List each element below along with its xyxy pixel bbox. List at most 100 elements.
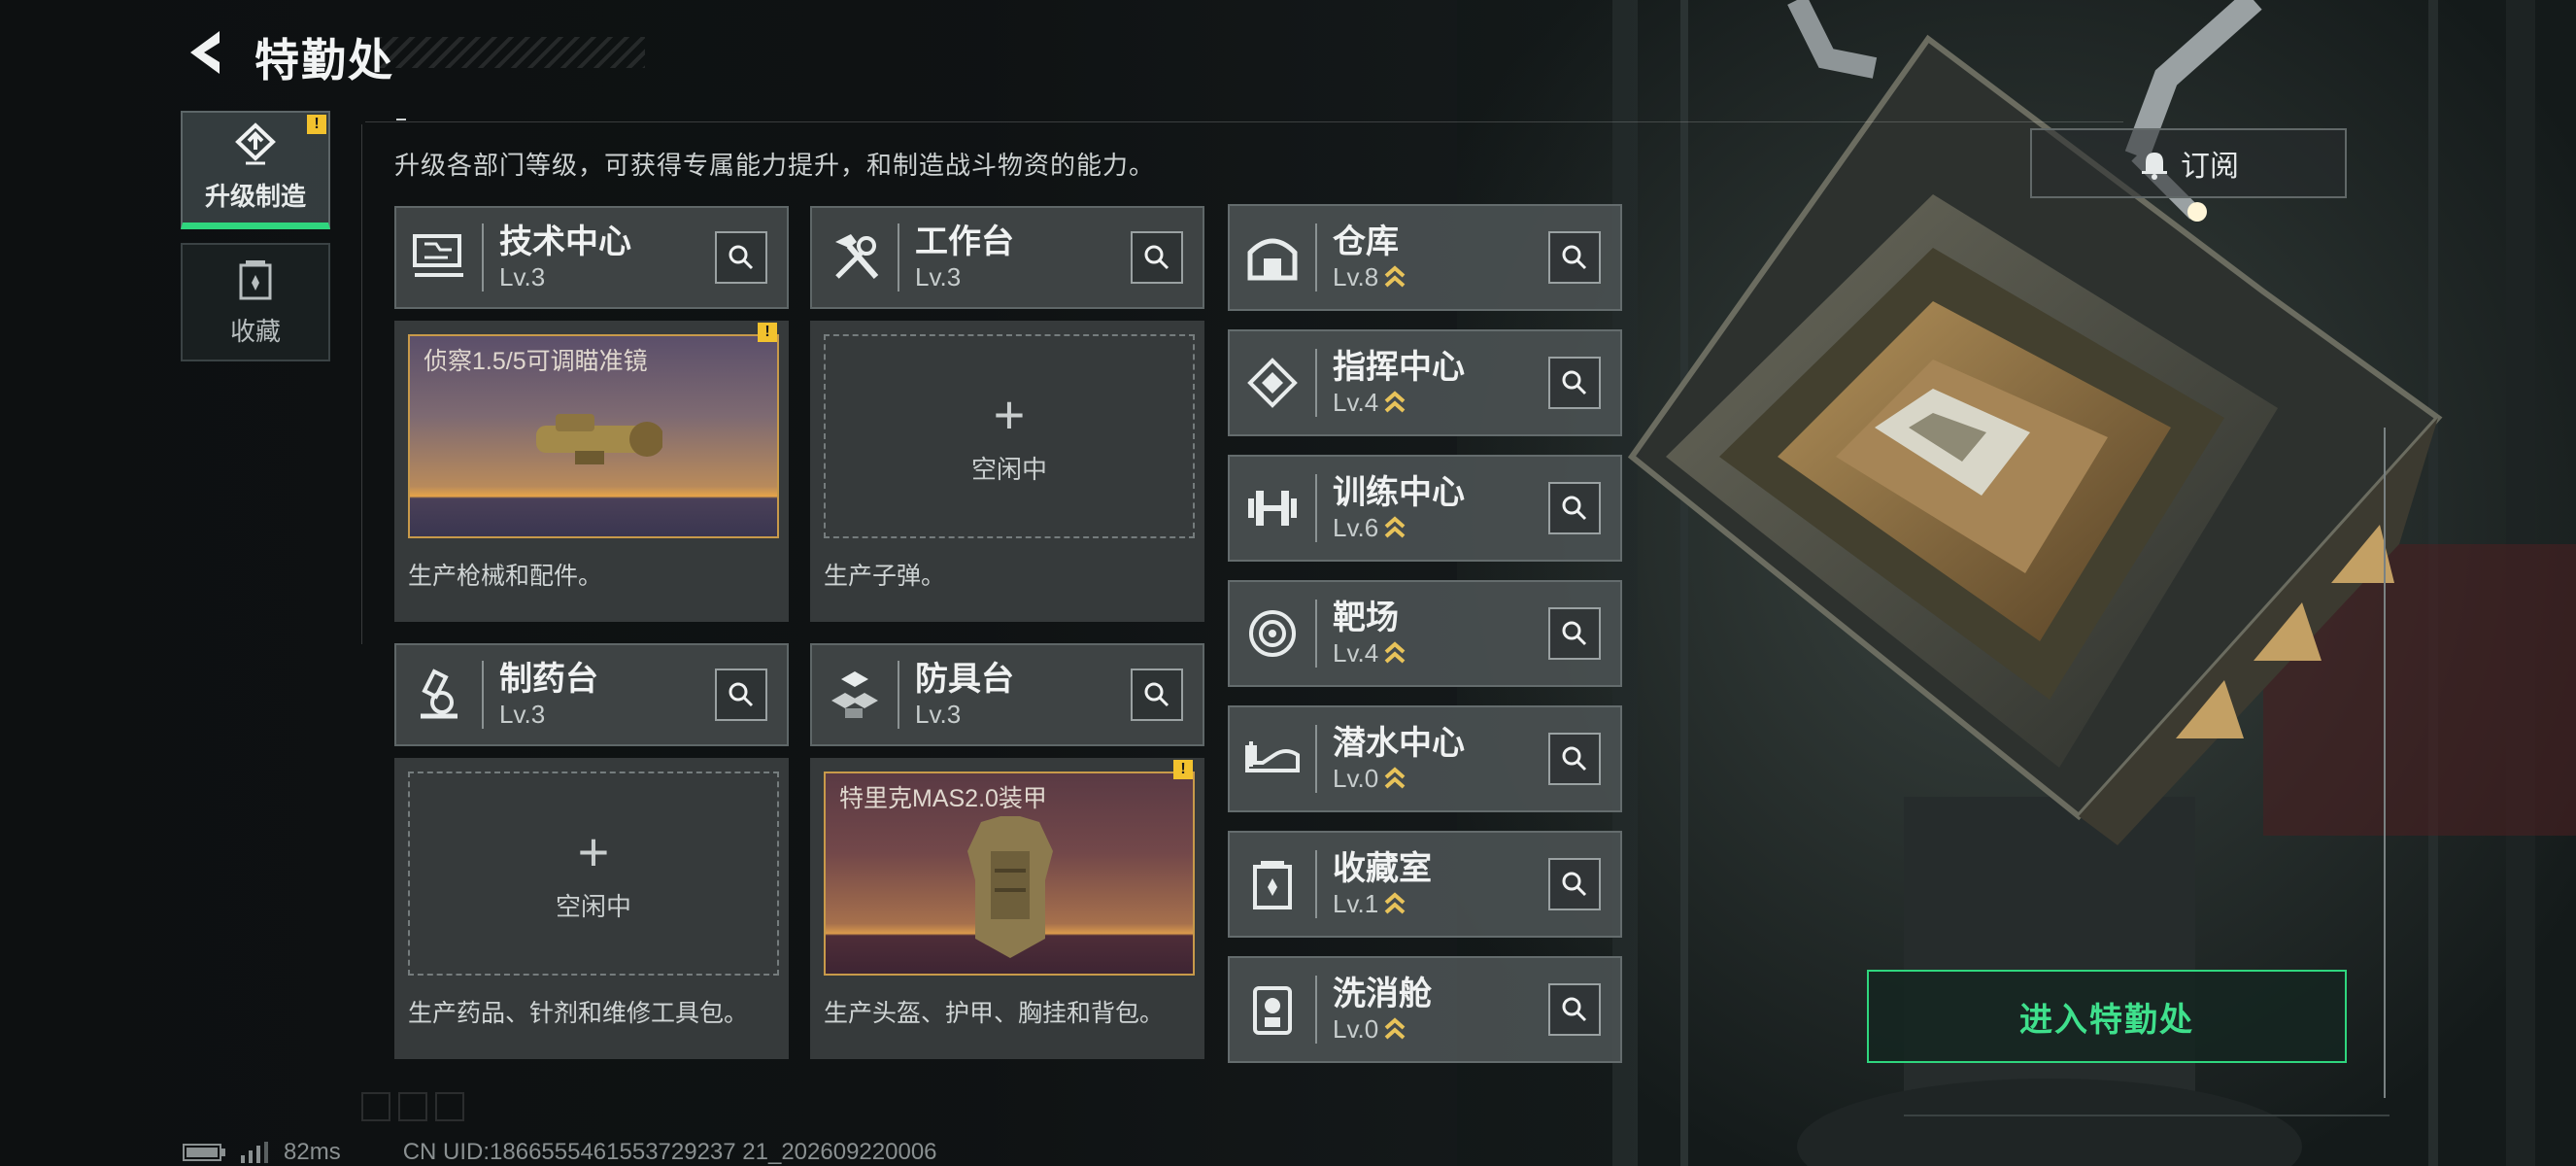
tab-collection[interactable]: 收藏 xyxy=(181,243,330,361)
search-icon xyxy=(1562,245,1587,270)
facility-command-center[interactable]: 指挥中心 Lv.4 xyxy=(1228,329,1622,436)
workshop-level: Lv.3 xyxy=(915,700,962,729)
search-button[interactable] xyxy=(1548,231,1601,284)
hammer-wrench-icon xyxy=(835,234,879,279)
facility-training-center[interactable]: 训练中心 Lv.6 xyxy=(1228,455,1622,562)
vertical-rule xyxy=(361,124,362,644)
armor-item-image xyxy=(967,816,1053,958)
page-description: 升级各部门等级，可获得专属能力提升，和制造战斗物资的能力。 xyxy=(394,151,1156,180)
workshop-desc: 生产药品、针剂和维修工具包。 xyxy=(408,1000,749,1027)
search-button[interactable] xyxy=(715,669,767,721)
page-title: 特勤处 xyxy=(254,35,394,86)
search-button[interactable] xyxy=(1131,669,1183,721)
decorative-squares xyxy=(361,1092,464,1121)
facility-shooting-range[interactable]: 靶场 Lv.4 xyxy=(1228,580,1622,687)
facility-collection-room[interactable]: 收藏室 Lv.1 xyxy=(1228,831,1622,938)
search-icon xyxy=(729,682,754,707)
workshop-desc: 生产枪械和配件。 xyxy=(408,563,603,590)
workshop-level: Lv.3 xyxy=(915,262,962,292)
ping-value: 82ms xyxy=(284,1139,341,1165)
search-button[interactable] xyxy=(1548,482,1601,534)
collection-icon xyxy=(239,259,272,299)
production-slot[interactable]: 特里克MAS2.0装甲 xyxy=(824,772,1195,976)
idle-label: 空闲中 xyxy=(970,454,1047,484)
production-slot[interactable]: 侦察1.5/5可调瞄准镜 xyxy=(408,334,779,538)
alert-badge: ! xyxy=(307,115,326,134)
idle-label: 空闲中 xyxy=(555,891,631,921)
decon-icon xyxy=(1253,986,1292,1035)
workshop-level: Lv.3 xyxy=(499,700,546,729)
workshop-desc: 生产子弹。 xyxy=(824,563,946,590)
workshop-name: 制药台 xyxy=(499,661,598,698)
workshop-armor-bench-body: 特里克MAS2.0装甲 ! 生产头盔、护甲、胸挂和背包。 xyxy=(810,758,1204,1059)
subscribe-button[interactable]: 订阅 xyxy=(2030,128,2347,198)
workshop-name: 技术中心 xyxy=(499,223,631,260)
facility-level: Lv.4 xyxy=(1333,638,1379,668)
level-chevron-icon xyxy=(1384,892,1406,914)
workshop-workbench-body: + 空闲中 生产子弹。 xyxy=(810,321,1204,622)
search-icon xyxy=(729,245,754,270)
cubes-icon xyxy=(831,671,878,718)
facility-diving-center[interactable]: 潜水中心 Lv.0 xyxy=(1228,705,1622,812)
workshop-level: Lv.3 xyxy=(499,262,546,292)
tab-upgrade-manufacture[interactable]: 升级制造 ! xyxy=(181,111,330,229)
back-button[interactable] xyxy=(181,25,229,80)
search-icon xyxy=(1562,370,1587,395)
search-button[interactable] xyxy=(1548,607,1601,660)
user-uid: CN UID:1866555461553729237 21_2026092200… xyxy=(402,1139,937,1165)
tab-label: 收藏 xyxy=(229,316,281,346)
subscribe-label: 订阅 xyxy=(2181,151,2239,183)
level-chevron-icon xyxy=(1384,265,1406,288)
signal-icon xyxy=(241,1142,268,1163)
level-chevron-icon xyxy=(1384,391,1406,413)
divider xyxy=(365,121,2123,122)
command-diamond-icon xyxy=(1247,358,1298,408)
status-footer: 82ms CN UID:1866555461553729237 21_20260… xyxy=(183,1139,937,1166)
search-button[interactable] xyxy=(1548,357,1601,409)
search-icon xyxy=(1562,496,1587,521)
workshop-pharmacy-body: + 空闲中 生产药品、针剂和维修工具包。 xyxy=(394,758,789,1059)
facility-warehouse[interactable]: 仓库 Lv.8 xyxy=(1228,204,1622,311)
bell-icon xyxy=(2142,153,2167,180)
warehouse-icon xyxy=(1247,238,1298,281)
title-stripes xyxy=(377,37,645,68)
search-icon xyxy=(1562,997,1587,1022)
scope-item-image xyxy=(536,414,662,464)
plus-icon: + xyxy=(577,820,610,882)
search-button[interactable] xyxy=(715,231,767,284)
enter-label: 进入特勤处 xyxy=(2019,1001,2194,1039)
workshop-pharmacy[interactable]: 制药台 Lv.3 xyxy=(394,643,789,746)
search-button[interactable] xyxy=(1548,983,1601,1036)
facility-name: 洗消舱 xyxy=(1333,976,1432,1012)
dumbbell-icon xyxy=(1248,491,1297,526)
search-icon xyxy=(1562,872,1587,897)
target-icon xyxy=(1249,610,1296,657)
workshop-tech-center[interactable]: 技术中心 Lv.3 xyxy=(394,206,789,309)
enter-special-ops-button[interactable]: 进入特勤处 xyxy=(1867,970,2347,1063)
search-button[interactable] xyxy=(1131,231,1183,284)
diving-mask-icon xyxy=(1245,741,1300,772)
facility-level: Lv.0 xyxy=(1333,764,1379,793)
workshop-desc: 生产头盔、护甲、胸挂和背包。 xyxy=(824,1000,1165,1027)
facility-name: 指挥中心 xyxy=(1333,349,1465,386)
collection-room-icon xyxy=(1253,861,1292,909)
search-button[interactable] xyxy=(1548,858,1601,910)
circuit-board-icon xyxy=(413,234,463,277)
product-name: 特里克MAS2.0装甲 xyxy=(839,785,1047,812)
search-icon xyxy=(1562,746,1587,772)
idle-slot[interactable]: + 空闲中 xyxy=(824,334,1195,538)
idle-slot[interactable]: + 空闲中 xyxy=(408,772,779,976)
workshop-workbench[interactable]: 工作台 Lv.3 xyxy=(810,206,1204,309)
product-name: 侦察1.5/5可调瞄准镜 xyxy=(424,348,648,375)
level-chevron-icon xyxy=(1384,641,1406,664)
level-chevron-icon xyxy=(1384,1017,1406,1040)
facility-name: 仓库 xyxy=(1333,223,1399,260)
workshop-name: 工作台 xyxy=(915,223,1014,260)
alert-badge: ! xyxy=(758,323,777,342)
workshop-armor-bench[interactable]: 防具台 Lv.3 xyxy=(810,643,1204,746)
facility-decon-chamber[interactable]: 洗消舱 Lv.0 xyxy=(1228,956,1622,1063)
search-button[interactable] xyxy=(1548,733,1601,785)
facility-level: Lv.0 xyxy=(1333,1014,1379,1044)
upgrade-icon xyxy=(235,122,276,165)
facility-level: Lv.4 xyxy=(1333,388,1379,417)
